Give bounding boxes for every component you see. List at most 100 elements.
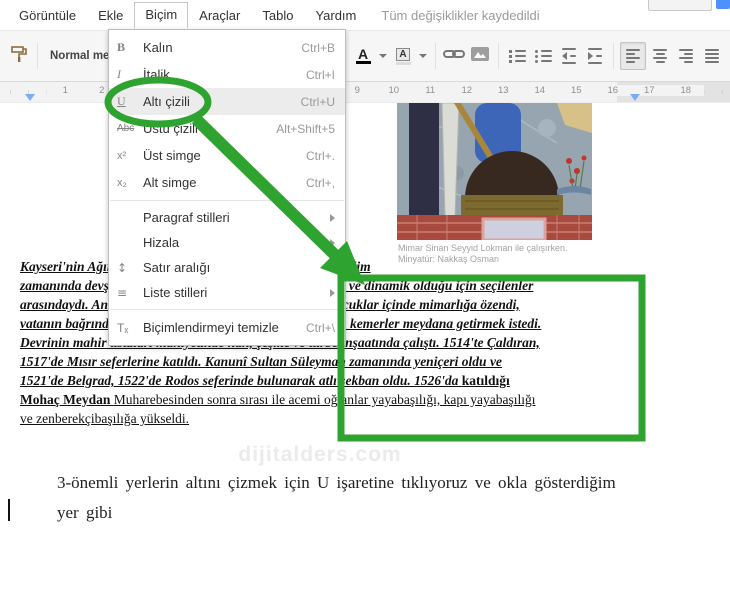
format-menu-item[interactable]: ↕ Satır aralığı — [109, 255, 345, 280]
format-menu-item-icon: ≡ — [117, 285, 128, 300]
format-menu-item[interactable]: Hizala — [109, 230, 345, 255]
menubar-item[interactable]: Tablo — [251, 3, 304, 28]
bullet-list-icon — [534, 49, 552, 63]
paint-roller-icon — [10, 45, 28, 68]
instruction-paragraph[interactable]: 3-önemli yerlerin altını çizmek için U i… — [57, 468, 616, 528]
ruler-number: 12 — [448, 85, 485, 96]
document-line: yer gibi — [57, 503, 113, 522]
numbered-list-icon — [508, 49, 526, 63]
paint-format-button[interactable] — [7, 43, 31, 69]
format-menu-item[interactable]: ≡ Liste stilleri — [109, 280, 345, 305]
format-menu-item-label: İtalik — [143, 67, 170, 82]
comments-button-partial[interactable] — [648, 0, 712, 11]
watermark: dijitalders.com — [238, 443, 402, 466]
format-menu-item-icon: ↕ — [117, 260, 128, 275]
ruler-number: 14 — [521, 85, 558, 96]
miniature-painting — [397, 103, 592, 240]
format-menu-item-shortcut: Alt+Shift+5 — [276, 121, 335, 136]
outdent-button[interactable] — [557, 43, 581, 69]
indent-marker-right[interactable] — [630, 94, 640, 101]
menubar: Görüntüle Ekle Biçim Araçlar Tablo Yardım Tüm… — [0, 0, 730, 30]
format-menu-item[interactable]: Abc Üstü çizili Alt+Shift+5 — [109, 115, 345, 142]
google-docs-window: Görüntüle Ekle Biçim Araçlar Tablo Yardım Tüm… — [0, 0, 730, 616]
ruler-number: 11 — [412, 85, 449, 96]
highlight-color-button[interactable]: A — [391, 43, 415, 69]
indent-button[interactable] — [583, 43, 607, 69]
indent-icon — [588, 48, 602, 64]
format-menu-item-shortcut: Ctrl+I — [305, 67, 335, 82]
document-line: 1521'de Belgrad, 1522'de Rodos seferinde… — [20, 371, 541, 390]
line-segments: Mohaç Meydan Muharebesinden sonra sırası… — [20, 392, 536, 407]
text-segment: 1517'de Mısır seferlerine katıldı. Kanun… — [20, 354, 502, 369]
clear-formatting-icon: Tₓ — [117, 320, 129, 335]
menubar-item[interactable]: Araçlar — [188, 3, 251, 28]
document-image[interactable] — [397, 103, 592, 240]
format-menu-item-shortcut: Ctrl+U — [300, 94, 335, 109]
menubar-item[interactable]: Görüntüle — [8, 3, 87, 28]
menubar-item[interactable]: Biçim — [134, 2, 189, 28]
link-icon — [443, 47, 465, 66]
line-segments: 1517'de Mısır seferlerine katıldı. Kanun… — [20, 354, 502, 369]
submenu-arrow-icon — [330, 263, 335, 272]
insert-link-button[interactable] — [442, 43, 466, 69]
numbered-list-button[interactable] — [505, 43, 529, 69]
format-menu-group-text: B Kalın Ctrl+B I İtalik Ctrl+I U Altı çi… — [109, 34, 345, 196]
image-icon — [471, 46, 489, 66]
menubar-item[interactable]: Ekle — [87, 3, 134, 28]
format-menu-item[interactable]: x₂ Alt simge Ctrl+, — [109, 169, 345, 196]
format-menu-item[interactable]: U Altı çizili Ctrl+U — [109, 88, 345, 115]
format-menu-item[interactable]: I İtalik Ctrl+I — [109, 61, 345, 88]
justify-button[interactable] — [700, 43, 724, 69]
indent-marker-left[interactable] — [25, 94, 35, 101]
format-menu-item[interactable]: Tₓ Biçimlendirmeyi temizle Ctrl+\ — [109, 314, 345, 341]
text-color-icon: A — [357, 46, 369, 62]
document-line: 3-önemli yerlerin altını çizmek için U i… — [57, 473, 616, 492]
line-segments: 1521'de Belgrad, 1522'de Rodos seferinde… — [20, 373, 510, 388]
format-menu-item-icon: Abc — [117, 123, 135, 134]
format-menu-item-label: Satır aralığı — [143, 260, 211, 275]
save-status: Tüm değişiklikler kaydedildi — [381, 7, 540, 23]
text-segment: ve zenberekçibaşılığa yükseldi. — [20, 411, 190, 426]
format-menu-item-icon: U — [117, 94, 126, 108]
format-menu-item[interactable]: Paragraf stilleri — [109, 205, 345, 230]
line-segments: ve zenberekçibaşılığa yükseldi. — [20, 411, 189, 426]
highlight-color-icon: A — [396, 47, 410, 61]
outdent-icon — [562, 48, 576, 64]
bullet-list-button[interactable] — [531, 43, 555, 69]
format-menu: B Kalın Ctrl+B I İtalik Ctrl+I U Altı çi… — [108, 29, 346, 346]
text-color-button[interactable]: A — [351, 43, 375, 69]
format-menu-item-icon: x₂ — [117, 176, 127, 189]
format-menu-item[interactable]: B Kalın Ctrl+B — [109, 34, 345, 61]
align-left-icon — [626, 49, 640, 63]
format-menu-item[interactable]: x² Üst simge Ctrl+. — [109, 142, 345, 169]
format-menu-item-shortcut: Ctrl+B — [301, 40, 335, 55]
document-line: ve zenberekçibaşılığa yükseldi. — [20, 409, 541, 428]
menu-separator — [110, 309, 344, 310]
submenu-arrow-icon — [330, 238, 335, 247]
format-menu-item-label: Kalın — [143, 40, 173, 55]
document-line: 1517'de Mısır seferlerine katıldı. Kanun… — [20, 352, 541, 371]
align-center-icon — [653, 49, 667, 63]
menu-separator — [110, 200, 344, 201]
document-line: Mohaç Meydan Muharebesinden sonra sırası… — [20, 390, 541, 409]
insert-image-button[interactable] — [468, 43, 492, 69]
format-menu-item-icon: B — [117, 40, 126, 54]
ruler-number: 16 — [594, 85, 631, 96]
menubar-item[interactable]: Yardım — [304, 3, 367, 28]
submenu-arrow-icon — [330, 213, 335, 222]
ruler-number: 18 — [667, 85, 704, 96]
align-left-button[interactable] — [620, 42, 646, 70]
format-menu-group-clear: Tₓ Biçimlendirmeyi temizle Ctrl+\ — [109, 314, 345, 341]
align-right-button[interactable] — [674, 43, 698, 69]
text-color-caret-icon[interactable] — [379, 54, 387, 58]
format-menu-item-shortcut: Ctrl+, — [305, 175, 335, 190]
share-button-partial[interactable] — [716, 0, 730, 9]
text-segment: 1521'de Belgrad, 1522'de Rodos seferinde… — [20, 373, 462, 388]
highlight-color-caret-icon[interactable] — [419, 54, 427, 58]
menubar-items: Görüntüle Ekle Biçim Araçlar Tablo Yardım — [8, 2, 367, 28]
format-menu-item-shortcut: Ctrl+\ — [305, 320, 335, 335]
format-menu-item-label: Biçimlendirmeyi temizle — [143, 320, 279, 335]
align-center-button[interactable] — [648, 43, 672, 69]
text-segment: katıldığı — [461, 373, 510, 388]
format-menu-item-label: Hizala — [143, 235, 180, 250]
